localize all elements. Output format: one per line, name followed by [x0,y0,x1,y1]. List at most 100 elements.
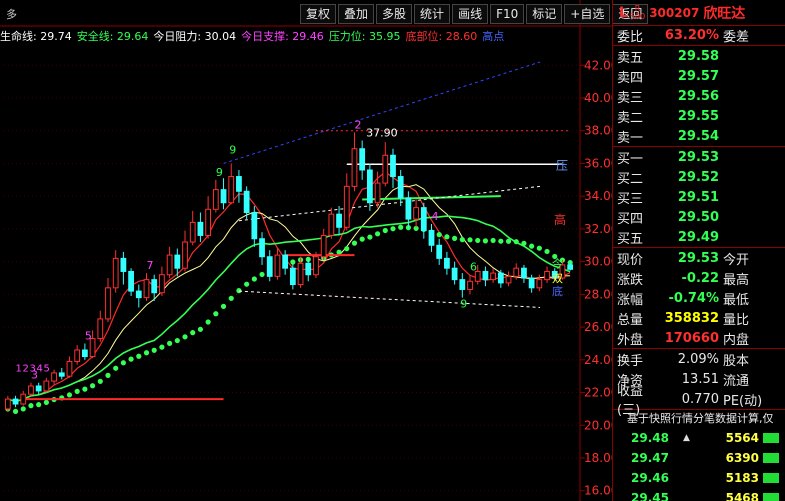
safety-dot [536,245,542,251]
mark-button[interactable]: 标记 [526,4,563,24]
sell-row-4[interactable]: 卖二 29.55 [613,106,785,126]
quote-label2: 量比 [723,312,750,328]
candle-body [12,398,19,405]
indicator-4: 压力位: 35.95 [328,30,401,42]
candle [228,163,235,205]
count-label: 2 [354,118,361,131]
candle [128,268,134,296]
safety-dot [452,235,458,241]
deal-volume: 5564 [725,431,759,445]
buy-price: 29.49 [677,229,719,245]
y-tick-label: 30.00 [584,255,612,269]
overlay-button[interactable]: 叠加 [338,4,375,24]
safety-dot [105,372,111,378]
buy-label: 买二 [617,171,644,187]
draw-line-button[interactable]: 画线 [452,4,489,24]
ma20-line [7,215,571,403]
candle [444,251,450,275]
tick-deals[interactable]: 29.48 ▲ 5564 29.47 6390 29.46 5183 29.45 5468 [613,428,785,501]
multi-stock-button[interactable]: 多股 [376,4,413,24]
toolbar-left-glyph[interactable]: 多 [6,6,17,22]
y-tick-label: 18.00 [584,451,612,465]
candle-body [374,182,381,204]
candle [81,343,88,360]
sell-row-2[interactable]: 卖四 29.57 [613,66,785,86]
quote-label: 现价 [617,252,644,268]
candle [120,251,127,285]
candle [266,250,273,282]
sell-price: 29.55 [677,108,719,124]
safety-dot [336,249,342,255]
safety-dot [529,243,535,249]
buy-row-2[interactable]: 买二 29.52 [613,167,785,187]
candle-body [459,279,466,290]
buy-row-3[interactable]: 买三 29.51 [613,187,785,207]
buy-label: 买五 [617,231,644,247]
indicator-5: 底部位: 28.60 [405,30,478,42]
safety-dot [151,347,157,353]
count-seq: 2 [23,363,29,374]
safety-dot [521,240,527,246]
deal-price: 29.47 [631,451,669,465]
safety-dot [182,334,188,340]
statistics-button[interactable]: 统计 [414,4,451,24]
candle-body [43,380,50,392]
safety-dot [36,402,42,408]
sell-price: 29.54 [677,128,719,144]
safety-dot [374,231,381,237]
candle-body [328,213,335,236]
buy-row-5[interactable]: 买五 29.49 [613,227,785,247]
quote-label2: 最高 [723,272,750,288]
candle-body [305,262,312,276]
candle [490,268,497,283]
indicator-legend: 生命线: 29.74 安全线: 29.64 今日阻力: 30.04 今日支撑: 29.… [0,28,575,42]
count-label: 4 [432,210,439,223]
candle-body [320,234,327,258]
candle [236,170,242,203]
buy-row-4[interactable]: 买四 29.50 [613,207,785,227]
restore-rights-button[interactable]: 复权 [300,4,337,24]
candle-body [174,254,181,269]
rights-sub: 500 [629,11,646,21]
candle-body [497,272,504,284]
safety-dot [505,238,512,244]
f10-button[interactable]: F10 [490,4,525,24]
buy-label: 买三 [617,191,644,207]
sell-row-5[interactable]: 卖一 29.54 [613,126,785,146]
quote-label: 总量 [617,312,644,328]
count-seq: 5 [44,363,50,374]
marker-pressure: 压 [556,158,568,172]
y-tick-label: 26.00 [584,320,612,334]
safety-dot [174,337,180,344]
y-tick-label: 40.00 [584,91,612,105]
buy-row-1[interactable]: 买一 29.53 [613,147,785,167]
safety-dot [513,239,519,245]
stat-value: 13.51 [681,371,719,387]
candle-body [382,154,389,184]
sell-row-1[interactable]: 卖五 29.58 [613,46,785,66]
sell-row-3[interactable]: 卖三 29.56 [613,86,785,106]
candle-body [451,267,458,281]
deal-row: 29.45 5468 [613,488,785,501]
kline-chart[interactable]: 16.00 18.00 20.00 22.00 24.00 26.00 28.00 30.00… [0,0,612,501]
safety-dot [398,224,404,230]
candle-body [212,189,219,210]
indicator-1: 安全线: 29.64 [76,30,149,42]
add-watchlist-button[interactable]: +自选 [564,4,611,24]
safety-dot [136,353,142,359]
sell-label: 卖三 [617,90,644,106]
safety-dot [120,360,126,366]
quote-label: 外盘 [617,332,644,348]
deal-volume: 5183 [725,471,759,485]
candle-body [20,393,27,405]
candle [397,170,404,206]
candle-body [135,290,142,299]
candle [497,269,504,288]
sell-orders: 卖五 29.58 卖四 29.57 卖三 29.56 卖二 29.55 卖一 29.54 [613,46,785,147]
quote-row-0: 现价 29.53 今开 [613,248,785,268]
candle-body [197,221,204,236]
indicator-overlays [5,61,573,414]
safety-dot [251,276,257,282]
deal-flag: ▲ [683,433,690,443]
candle [436,238,443,265]
